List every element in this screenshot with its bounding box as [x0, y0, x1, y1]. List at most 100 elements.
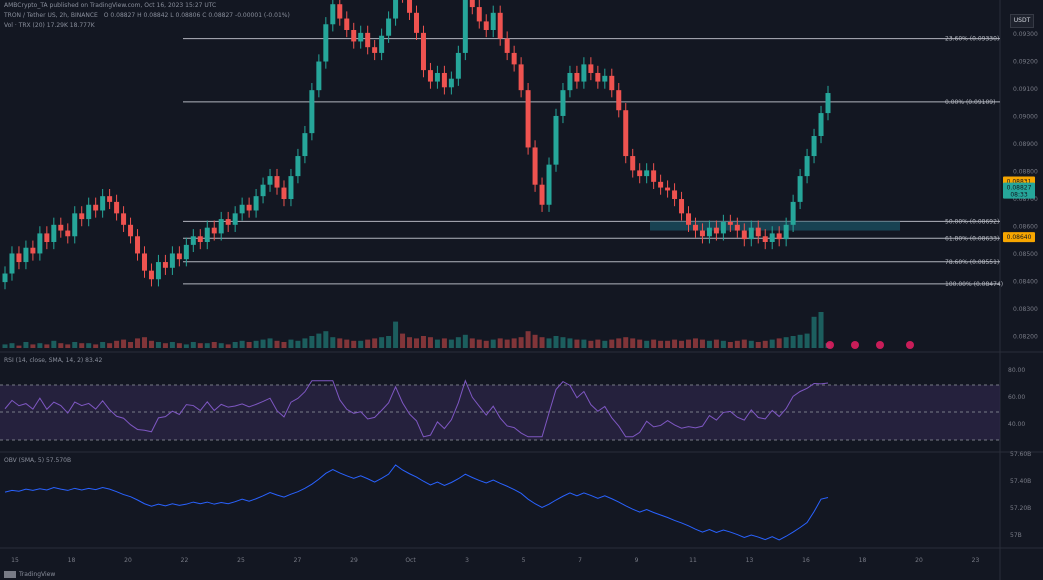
candle[interactable]: [393, 0, 399, 19]
candle[interactable]: [2, 273, 8, 283]
candle[interactable]: [630, 156, 636, 171]
candle[interactable]: [755, 227, 761, 237]
candle[interactable]: [316, 61, 322, 91]
candle[interactable]: [713, 227, 719, 234]
candle[interactable]: [274, 176, 280, 188]
candle[interactable]: [658, 181, 664, 188]
candle[interactable]: [211, 227, 217, 234]
candle[interactable]: [686, 213, 692, 225]
candle[interactable]: [30, 247, 36, 254]
candle[interactable]: [434, 72, 440, 82]
candle[interactable]: [190, 236, 196, 245]
candle[interactable]: [539, 184, 545, 205]
candle[interactable]: [344, 18, 350, 30]
candle[interactable]: [330, 4, 336, 25]
candle[interactable]: [44, 233, 50, 242]
candle[interactable]: [204, 227, 210, 242]
candle[interactable]: [58, 224, 64, 231]
candle[interactable]: [379, 35, 385, 53]
event-marker-icon[interactable]: [826, 341, 834, 349]
candle[interactable]: [741, 230, 747, 240]
candle[interactable]: [135, 236, 141, 254]
candle[interactable]: [72, 213, 78, 237]
candle[interactable]: [706, 227, 712, 237]
candle[interactable]: [790, 201, 796, 225]
candle[interactable]: [155, 262, 161, 280]
candle[interactable]: [218, 219, 224, 234]
candle[interactable]: [455, 52, 461, 79]
candle[interactable]: [100, 196, 106, 211]
candle[interactable]: [441, 72, 447, 88]
candle[interactable]: [476, 7, 482, 22]
candle[interactable]: [699, 230, 705, 237]
candle[interactable]: [720, 221, 726, 234]
candle[interactable]: [79, 213, 85, 220]
candle[interactable]: [365, 32, 371, 48]
candle[interactable]: [469, 0, 475, 8]
candle[interactable]: [386, 18, 392, 36]
candle[interactable]: [692, 224, 698, 231]
candle[interactable]: [407, 0, 413, 13]
candle[interactable]: [302, 133, 308, 157]
candle[interactable]: [560, 90, 566, 116]
candle[interactable]: [665, 187, 671, 191]
candle[interactable]: [107, 196, 113, 202]
candle[interactable]: [769, 233, 775, 242]
event-marker-icon[interactable]: [906, 341, 914, 349]
candle[interactable]: [351, 30, 357, 42]
candle[interactable]: [546, 164, 552, 205]
candle[interactable]: [783, 224, 789, 240]
candle[interactable]: [525, 90, 531, 148]
candle[interactable]: [518, 64, 524, 91]
candle[interactable]: [623, 110, 629, 157]
candle[interactable]: [323, 24, 329, 62]
candle[interactable]: [581, 64, 587, 82]
candle[interactable]: [734, 224, 740, 231]
candle[interactable]: [811, 136, 817, 157]
candle[interactable]: [295, 156, 301, 177]
candle[interactable]: [462, 0, 468, 53]
candle[interactable]: [616, 90, 622, 111]
candle[interactable]: [246, 204, 252, 211]
price-chart[interactable]: 23.60% (0.09330) 0.00% (0.09109) 50.00% (0…: [0, 0, 1043, 580]
candle[interactable]: [762, 236, 768, 242]
candle[interactable]: [225, 219, 231, 225]
candle[interactable]: [609, 75, 615, 91]
candle[interactable]: [141, 253, 147, 271]
candle[interactable]: [358, 32, 364, 42]
candle[interactable]: [644, 170, 650, 177]
candle[interactable]: [748, 227, 754, 240]
candle[interactable]: [825, 93, 831, 114]
candle[interactable]: [281, 187, 287, 200]
candle[interactable]: [567, 72, 573, 91]
candle[interactable]: [637, 170, 643, 177]
candle[interactable]: [483, 21, 489, 30]
candle[interactable]: [672, 190, 678, 200]
candle[interactable]: [574, 72, 580, 82]
candle[interactable]: [148, 270, 154, 280]
candle[interactable]: [553, 115, 559, 165]
candle[interactable]: [679, 199, 685, 214]
candle[interactable]: [602, 75, 608, 82]
candle[interactable]: [176, 253, 182, 260]
candle[interactable]: [37, 233, 43, 254]
candle[interactable]: [804, 156, 810, 177]
candle[interactable]: [588, 64, 594, 73]
candle[interactable]: [532, 147, 538, 185]
candle[interactable]: [86, 204, 92, 220]
candle[interactable]: [420, 32, 426, 71]
candle[interactable]: [65, 230, 71, 237]
candle[interactable]: [497, 12, 503, 39]
candle[interactable]: [288, 176, 294, 200]
candle[interactable]: [490, 12, 496, 31]
candle[interactable]: [197, 236, 203, 242]
candle[interactable]: [797, 176, 803, 202]
candle[interactable]: [128, 224, 134, 237]
candle[interactable]: [169, 253, 175, 268]
candle[interactable]: [818, 113, 824, 136]
candle[interactable]: [651, 170, 657, 182]
candle[interactable]: [267, 176, 273, 185]
candle[interactable]: [727, 221, 733, 225]
candle[interactable]: [114, 201, 120, 214]
candle[interactable]: [93, 204, 99, 211]
